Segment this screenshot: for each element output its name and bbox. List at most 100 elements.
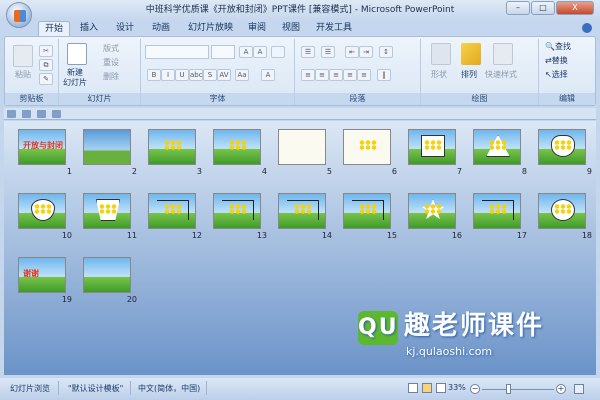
watermark-name: 趣老师课件 (404, 311, 545, 341)
bullets-icon[interactable]: ☰ (301, 46, 315, 58)
chicks-image (554, 204, 572, 214)
quick-styles-button[interactable]: 快速样式 (485, 69, 517, 80)
tab-developer[interactable]: 开发工具 (310, 21, 358, 36)
title-bar: 中班科学优质课《开放和封闭》PPT课件 [兼容模式] - Microsoft P… (0, 0, 600, 20)
slide-thumbnail[interactable]: 谢谢 (18, 257, 66, 293)
reset-button[interactable]: 重设 (103, 57, 119, 68)
arrange-button[interactable]: 排列 (461, 69, 477, 80)
close-button[interactable]: X (556, 1, 594, 15)
slide-title: 谢谢 (23, 269, 39, 278)
tab-animation[interactable]: 动画 (146, 21, 176, 36)
bold-button[interactable]: B (147, 69, 161, 81)
align-right-icon[interactable]: ≡ (329, 69, 343, 81)
slide-thumbnail[interactable] (408, 129, 456, 165)
slide-thumbnail[interactable] (278, 193, 326, 229)
slides-group-label: 幻灯片 (59, 93, 140, 105)
redo-icon[interactable] (37, 110, 46, 118)
slide-number: 10 (61, 231, 72, 240)
increase-indent-icon[interactable]: ⇥ (359, 46, 373, 58)
slide-thumbnail[interactable] (473, 193, 521, 229)
align-center-icon[interactable]: ≡ (315, 69, 329, 81)
customize-icon[interactable] (52, 110, 61, 118)
undo-icon[interactable] (22, 110, 31, 118)
cut-icon[interactable]: ✂ (39, 45, 53, 57)
maximize-button[interactable]: □ (531, 1, 555, 15)
slide-sorter-view-button[interactable] (422, 383, 432, 393)
slide-thumbnail[interactable] (83, 193, 131, 229)
slide-thumbnail[interactable] (83, 257, 131, 293)
tab-design[interactable]: 设计 (110, 21, 140, 36)
slide-thumbnail[interactable] (473, 129, 521, 165)
chicks-image (229, 204, 247, 214)
slide-thumbnail[interactable] (538, 129, 586, 165)
normal-view-button[interactable] (408, 383, 418, 393)
line-spacing-icon[interactable]: ↕ (379, 46, 393, 58)
zoom-out-button[interactable]: − (470, 384, 480, 394)
slide-thumbnail[interactable] (83, 129, 131, 165)
group-font: A A B I U abc S AV Aa A 字体 (141, 39, 295, 105)
copy-icon[interactable]: ⧉ (39, 59, 53, 71)
columns-icon[interactable]: ‖ (377, 69, 391, 81)
zoom-slider-thumb[interactable] (505, 384, 511, 394)
slideshow-view-button[interactable] (436, 383, 446, 393)
new-slide-label[interactable]: 幻灯片 (63, 77, 87, 88)
clear-format-icon[interactable] (271, 46, 285, 58)
font-size-select[interactable] (211, 45, 235, 59)
format-painter-icon[interactable]: ✎ (39, 73, 53, 85)
slide-thumbnail[interactable] (538, 193, 586, 229)
grow-font-button[interactable]: A (239, 46, 253, 58)
zoom-slider-track[interactable] (482, 389, 554, 390)
find-button[interactable]: 🔍查找 (545, 41, 571, 52)
save-icon[interactable] (7, 110, 16, 118)
slide-thumbnail[interactable] (18, 193, 66, 229)
font-name-select[interactable] (145, 45, 209, 59)
group-paragraph: ☰ ☰ ⇤ ⇥ ↕ ≡ ≡ ≡ ≡ ≡ ‖ 段落 (295, 39, 421, 105)
tab-view[interactable]: 视图 (276, 21, 306, 36)
italic-button[interactable]: I (161, 69, 175, 81)
fit-to-window-button[interactable] (574, 384, 584, 394)
distribute-icon[interactable]: ≡ (357, 69, 371, 81)
slide-number: 18 (581, 231, 592, 240)
slide-thumbnail[interactable] (278, 129, 326, 165)
replace-button[interactable]: ⇄替换 (545, 55, 568, 66)
tab-slideshow[interactable]: 幻灯片放映 (182, 21, 239, 36)
slide-number: 13 (256, 231, 267, 240)
shadow-button[interactable]: S (203, 69, 217, 81)
help-icon[interactable] (582, 23, 592, 33)
chicks-image (34, 204, 52, 214)
tab-home[interactable]: 开始 (38, 21, 71, 36)
drawing-group-label: 绘图 (421, 93, 538, 105)
slide-number: 20 (126, 295, 137, 304)
shrink-font-button[interactable]: A (253, 46, 267, 58)
slide-thumbnail[interactable] (213, 129, 261, 165)
minimize-button[interactable]: – (506, 1, 530, 15)
change-case-button[interactable]: Aa (235, 69, 249, 81)
slide-number: 11 (126, 231, 137, 240)
zoom-in-button[interactable]: + (556, 384, 566, 394)
font-color-button[interactable]: A (261, 69, 275, 81)
delete-button[interactable]: 删除 (103, 71, 119, 82)
slide-thumbnail[interactable] (213, 193, 261, 229)
slide-thumbnail[interactable] (148, 193, 196, 229)
office-button[interactable] (6, 2, 32, 28)
window-title: 中班科学优质课《开放和封闭》PPT课件 [兼容模式] - Microsoft P… (145, 5, 455, 15)
tab-insert[interactable]: 插入 (74, 21, 104, 36)
strikethrough-button[interactable]: abc (189, 69, 203, 81)
justify-icon[interactable]: ≡ (343, 69, 357, 81)
paste-button[interactable]: 粘贴 (15, 69, 31, 80)
slide-thumbnail[interactable] (148, 129, 196, 165)
numbering-icon[interactable]: ☰ (321, 46, 335, 58)
tab-review[interactable]: 审阅 (242, 21, 272, 36)
slide-thumbnail[interactable] (408, 193, 456, 229)
spacing-button[interactable]: AV (217, 69, 231, 81)
layout-button[interactable]: 版式 (103, 43, 119, 54)
decrease-indent-icon[interactable]: ⇤ (345, 46, 359, 58)
underline-button[interactable]: U (175, 69, 189, 81)
slide-thumbnail[interactable]: 开放与封闭 (18, 129, 66, 165)
select-button[interactable]: ↖选择 (545, 69, 568, 80)
slide-thumbnail[interactable] (343, 193, 391, 229)
slide-thumbnail[interactable] (343, 129, 391, 165)
align-left-icon[interactable]: ≡ (301, 69, 315, 81)
quick-styles-icon (493, 43, 513, 65)
shapes-button[interactable]: 形状 (431, 69, 447, 80)
